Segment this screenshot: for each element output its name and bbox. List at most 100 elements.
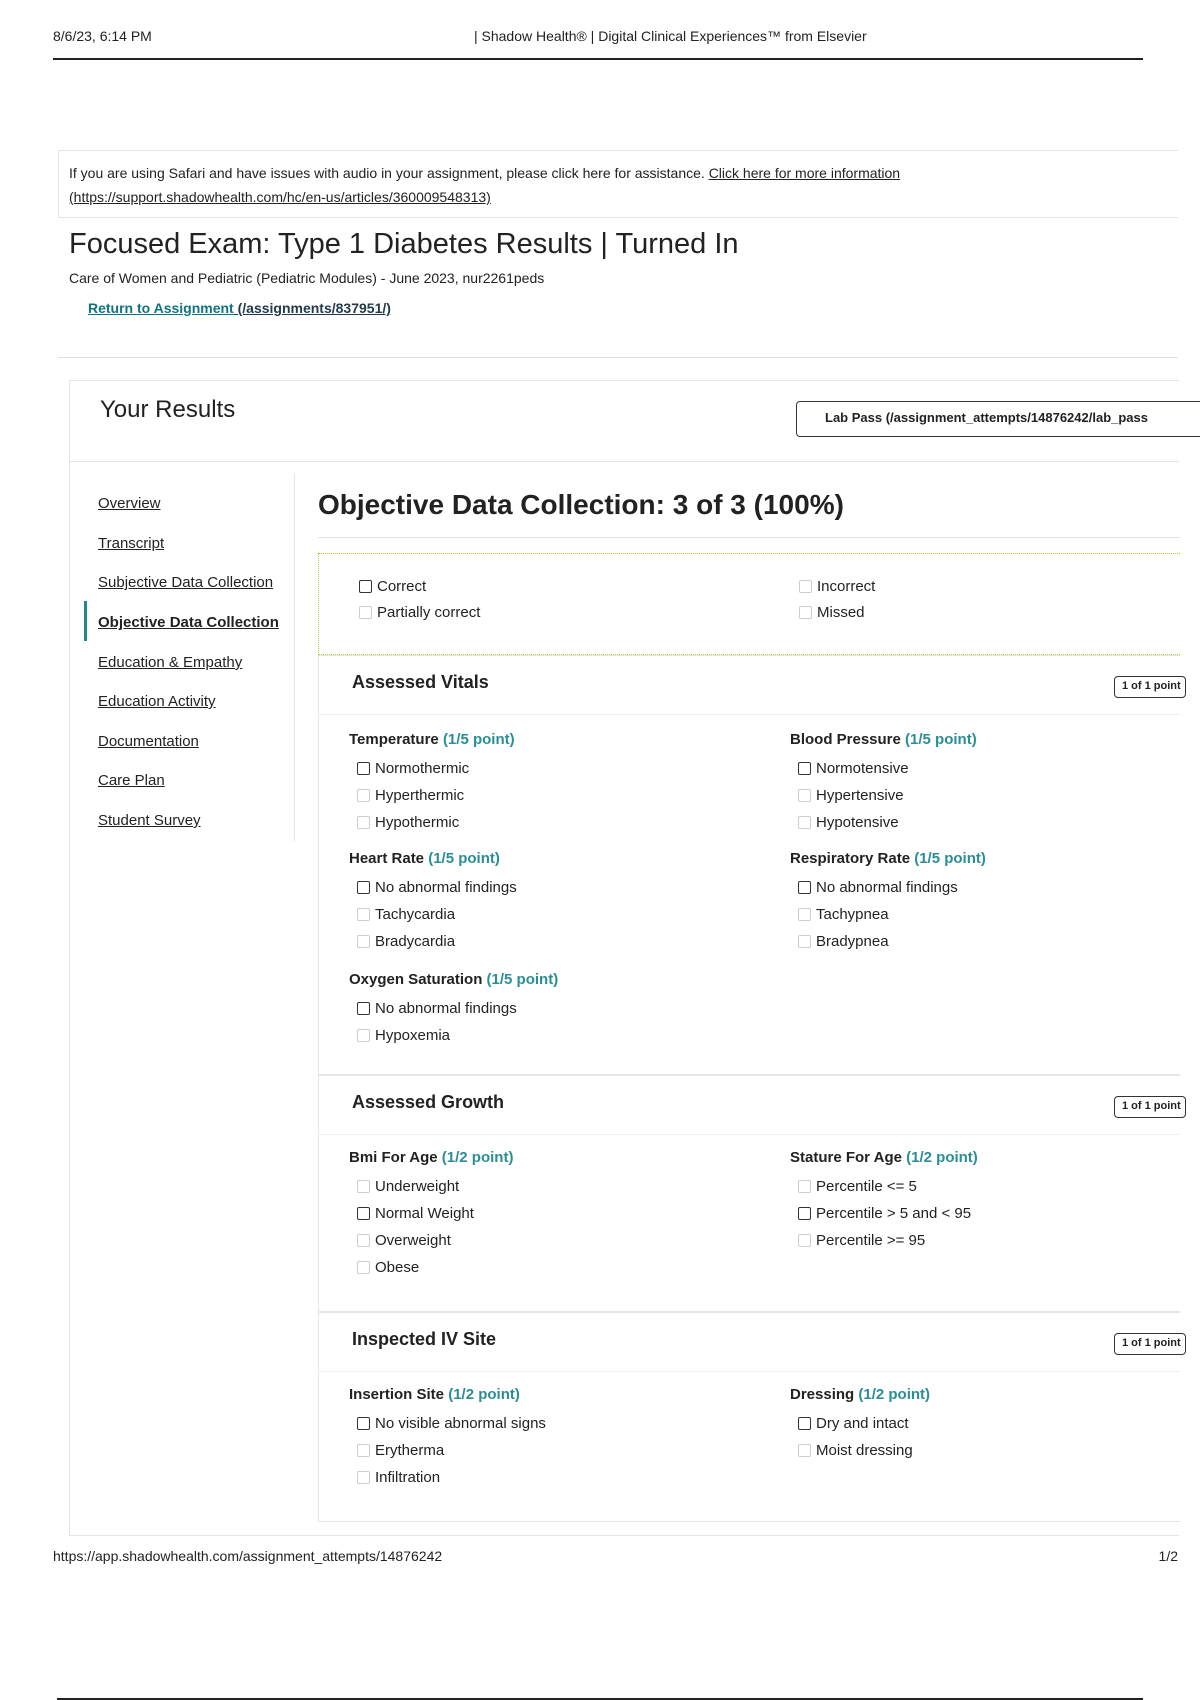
option: Underweight [349,1173,749,1200]
checkbox-icon [798,762,811,775]
question-title: Dressing [790,1386,855,1403]
more-info-url[interactable]: (https://support.shadowhealth.com/hc/en-… [69,189,491,205]
print-header: 8/6/23, 6:14 PM | Shadow Health® | Digit… [53,28,1143,60]
checkbox-icon [357,816,370,829]
question-title: Oxygen Saturation [349,971,483,988]
question-points: (1/2 point) [441,1149,514,1166]
checkbox-icon [357,908,370,921]
checkbox-icon [798,935,811,948]
option: Infiltration [349,1464,749,1491]
checkbox-icon [798,1444,811,1457]
score-badge: 1 of 1 point [1114,1333,1186,1355]
question-points: (1/2 point) [906,1149,978,1166]
sidebar-item-subjective-data-collection[interactable]: Subjective Data Collection [98,574,273,591]
question-heart-rate: Heart Rate (1/5 point) No abnormal findi… [349,850,749,955]
checkbox-icon [798,908,811,921]
question-points: (1/2 point) [448,1386,520,1403]
question-title: Heart Rate [349,850,425,867]
question-points: (1/2 point) [858,1386,931,1403]
score-badge: 1 of 1 point [1114,676,1186,698]
question-bmi-for-age: Bmi For Age (1/2 point) Underweight Norm… [349,1149,749,1281]
checkbox-icon [798,816,811,829]
option: Dry and intact [790,1410,1190,1437]
page-title: Focused Exam: Type 1 Diabetes Results | … [69,228,739,260]
question-respiratory-rate: Respiratory Rate (1/5 point) No abnormal… [790,850,1190,955]
lab-pass-button[interactable]: Lab Pass (/assignment_attempts/14876242/… [796,401,1200,437]
sidebar-item-education-empathy[interactable]: Education & Empathy [98,654,242,671]
checkbox-icon [357,762,370,775]
section-title: Assessed Growth [352,1092,505,1112]
checkbox-icon [357,935,370,948]
question-title: Respiratory Rate [790,850,911,867]
print-date: 8/6/23, 6:14 PM [53,28,152,44]
page-number: 1/2 [1158,1548,1178,1564]
option: Percentile > 5 and < 95 [790,1200,1190,1227]
option: Normotensive [790,755,1190,782]
section-header: Assessed Vitals 1 of 1 point [319,656,1186,715]
more-info-link[interactable]: Click here for more information [709,165,900,181]
sidebar-item-care-plan[interactable]: Care Plan [98,772,165,789]
checkbox-icon [798,1417,811,1430]
question-title: Temperature [349,731,439,748]
option: No abnormal findings [790,874,1190,901]
question-oxygen-saturation: Oxygen Saturation (1/5 point) No abnorma… [349,971,749,1049]
course-line: Care of Women and Pediatric (Pediatric M… [69,270,545,286]
option: Tachycardia [349,901,749,928]
sidebar-item-overview[interactable]: Overview [98,495,161,512]
print-title: | Shadow Health® | Digital Clinical Expe… [474,28,867,44]
section-title: Inspected IV Site [352,1329,497,1349]
checkbox-icon [357,1417,370,1430]
option: Hypertensive [790,782,1190,809]
results-heading: Your Results [100,396,236,423]
checkbox-icon [357,1471,370,1484]
score-badge: 1 of 1 point [1114,1096,1186,1118]
checkbox-icon [357,1207,370,1220]
checkbox-icon [359,606,372,619]
legend-missed: Missed [799,604,865,621]
question-points: (1/5 point) [442,731,515,748]
section-assessed-growth: Assessed Growth 1 of 1 point Bmi For Age… [318,1075,1186,1312]
sidebar-item-objective-data-collection[interactable]: Objective Data Collection [98,614,279,631]
legend-correct: Correct [359,578,426,595]
safari-notice: If you are using Safari and have issues … [58,150,1178,218]
question-points: (1/5 point) [905,731,977,748]
checkbox-icon [359,580,372,593]
option: Hypothermic [349,809,749,836]
question-insertion-site: Insertion Site (1/2 point) No visible ab… [349,1386,749,1491]
sidebar-item-documentation[interactable]: Documentation [98,733,199,750]
checkbox-icon [357,1002,370,1015]
option: Normothermic [349,755,749,782]
question-stature-for-age: Stature For Age (1/2 point) Percentile <… [790,1149,1190,1254]
section-heading: Objective Data Collection: 3 of 3 (100%) [318,489,844,520]
checkbox-icon [798,789,811,802]
option: Moist dressing [790,1437,1190,1464]
sidebar-item-transcript[interactable]: Transcript [98,535,164,552]
active-indicator [84,601,87,641]
question-title: Blood Pressure [790,731,901,748]
safari-notice-text: If you are using Safari and have issues … [69,165,709,181]
return-link-path[interactable]: (/assignments/837951/) [234,300,391,316]
sidebar-item-student-survey[interactable]: Student Survey [98,812,201,829]
question-title: Bmi For Age [349,1149,438,1166]
checkbox-icon [357,1261,370,1274]
option: No visible abnormal signs [349,1410,749,1437]
return-link-label[interactable]: Return to Assignment [88,300,234,316]
divider [318,537,1180,538]
option: Obese [349,1254,749,1281]
option: Hyperthermic [349,782,749,809]
option: Hypoxemia [349,1022,749,1049]
checkbox-icon [357,1444,370,1457]
legend-incorrect: Incorrect [799,578,875,595]
results-header: Your Results Lab Pass (/assignment_attem… [70,381,1200,462]
option: Bradypnea [790,928,1190,955]
sidebar-item-education-activity[interactable]: Education Activity [98,693,216,710]
question-title: Insertion Site [349,1386,445,1403]
checkbox-icon [357,1180,370,1193]
checkbox-icon [798,1180,811,1193]
option: Overweight [349,1227,749,1254]
return-to-assignment-link[interactable]: Return to Assignment (/assignments/83795… [88,300,391,316]
checkbox-icon [799,606,812,619]
question-blood-pressure: Blood Pressure (1/5 point) Normotensive … [790,731,1190,836]
option: No abnormal findings [349,995,749,1022]
legend-partially-correct: Partially correct [359,604,480,621]
